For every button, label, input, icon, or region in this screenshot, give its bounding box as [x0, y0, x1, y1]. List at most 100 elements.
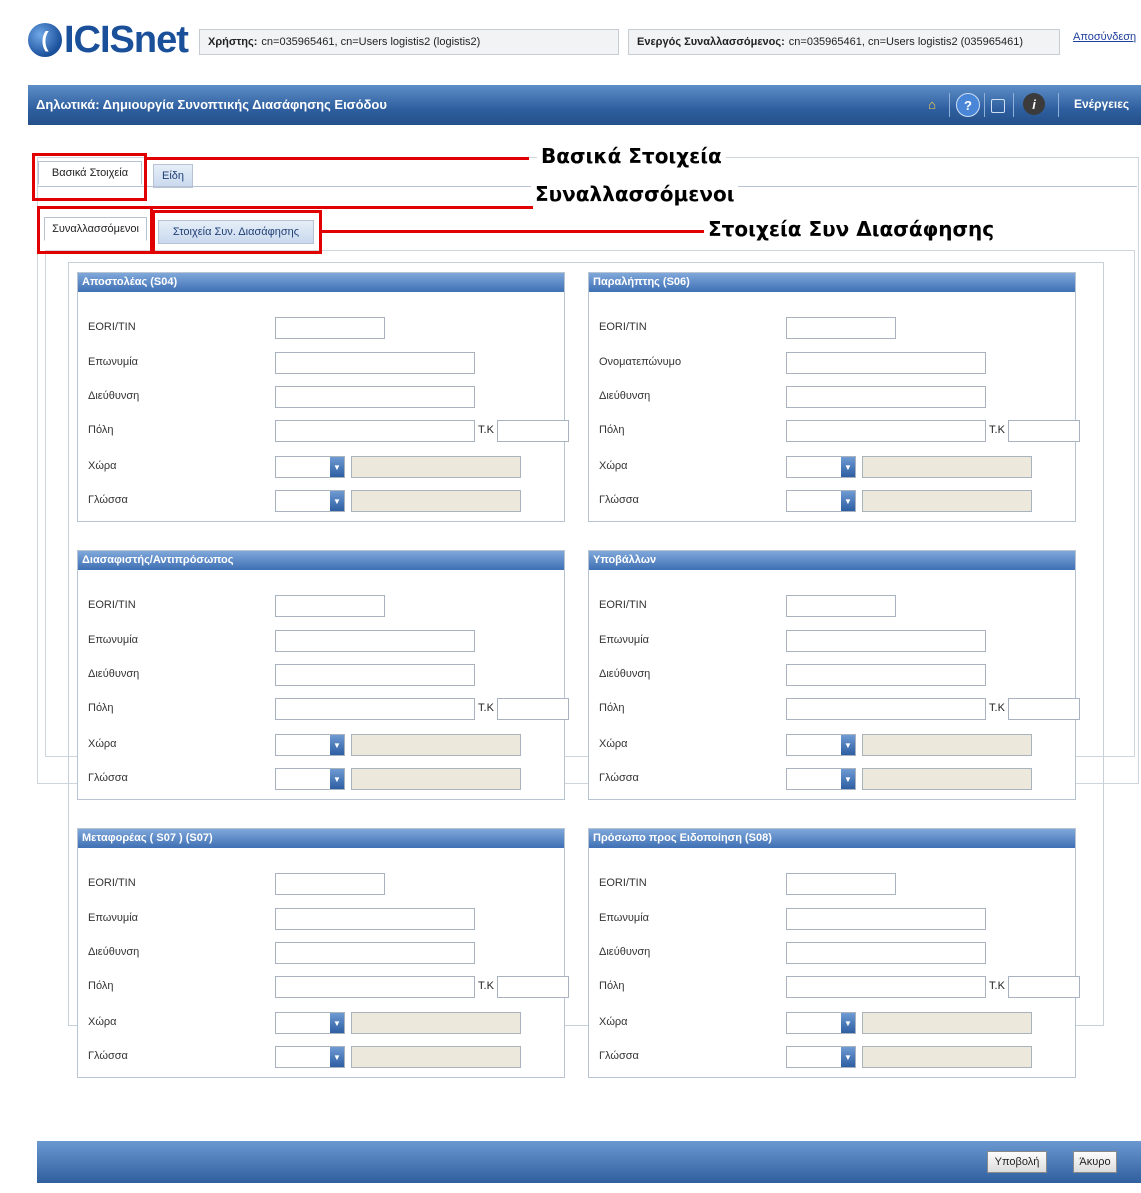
section-title: Πρόσωπο προς Ειδοποίηση (S08) — [589, 829, 1075, 848]
address-field[interactable] — [275, 942, 475, 964]
section-notify-party: Πρόσωπο προς Ειδοποίηση (S08) EORI/TIN Επω… — [588, 828, 1080, 1078]
window-icon[interactable] — [991, 99, 1005, 113]
country-select[interactable]: ▼ — [275, 1012, 345, 1034]
country-description — [862, 734, 1032, 756]
address-field[interactable] — [275, 386, 475, 408]
help-icon[interactable]: ? — [956, 93, 980, 117]
field-label: Διεύθυνση — [88, 946, 140, 958]
eori-field[interactable] — [786, 595, 896, 617]
address-field[interactable] — [275, 664, 475, 686]
chevron-down-icon[interactable]: ▼ — [841, 1047, 855, 1067]
name-field[interactable] — [786, 630, 986, 652]
field-label: EORI/TIN — [88, 877, 136, 889]
chevron-down-icon[interactable]: ▼ — [841, 735, 855, 755]
country-description — [351, 734, 521, 756]
chevron-down-icon[interactable]: ▼ — [841, 769, 855, 789]
language-select[interactable]: ▼ — [786, 768, 856, 790]
field-label: Πόλη — [599, 980, 625, 992]
postal-code-field[interactable] — [497, 698, 569, 720]
city-field[interactable] — [786, 976, 986, 998]
eori-field[interactable] — [786, 317, 896, 339]
city-field[interactable] — [275, 420, 475, 442]
postal-code-field[interactable] — [497, 420, 569, 442]
tab-items[interactable]: Είδη — [153, 164, 193, 188]
field-label: Γλώσσα — [88, 494, 128, 506]
field-label: Επωνυμία — [599, 912, 650, 924]
chevron-down-icon[interactable]: ▼ — [330, 735, 344, 755]
globe-icon: ( — [28, 23, 62, 57]
address-field[interactable] — [786, 942, 986, 964]
chevron-down-icon[interactable]: ▼ — [330, 457, 344, 477]
field-label: Επωνυμία — [88, 634, 139, 646]
chevron-down-icon[interactable]: ▼ — [841, 457, 855, 477]
postal-code-field[interactable] — [497, 976, 569, 998]
city-field[interactable] — [275, 698, 475, 720]
field-label: Διεύθυνση — [88, 668, 140, 680]
chevron-down-icon[interactable]: ▼ — [330, 769, 344, 789]
title-bar: Δηλωτικά: Δημιουργία Συνοπτικής Διασάφησ… — [28, 85, 1141, 125]
country-select[interactable]: ▼ — [786, 734, 856, 756]
name-field[interactable] — [275, 630, 475, 652]
country-select[interactable]: ▼ — [786, 456, 856, 478]
language-select[interactable]: ▼ — [275, 768, 345, 790]
postal-code-field[interactable] — [1008, 698, 1080, 720]
eori-field[interactable] — [275, 317, 385, 339]
address-field[interactable] — [786, 664, 986, 686]
toolbar-separator — [949, 93, 950, 117]
field-label: Χώρα — [599, 460, 628, 472]
actions-menu[interactable]: Ενέργειες — [1074, 97, 1129, 111]
section-title: Αποστολέας (S04) — [78, 273, 564, 292]
language-select[interactable]: ▼ — [786, 490, 856, 512]
country-select[interactable]: ▼ — [275, 734, 345, 756]
section-title: Μεταφορέας ( S07 ) (S07) — [78, 829, 564, 848]
active-trader-info: Ενεργός Συναλλασσόμενος: cn=035965461, c… — [628, 29, 1060, 55]
language-description — [351, 490, 521, 512]
country-select[interactable]: ▼ — [275, 456, 345, 478]
chevron-down-icon[interactable]: ▼ — [330, 491, 344, 511]
active-trader-value: cn=035965461, cn=Users logistis2 (035965… — [788, 36, 1023, 48]
name-field[interactable] — [786, 908, 986, 930]
field-label: Γλώσσα — [88, 772, 128, 784]
chevron-down-icon[interactable]: ▼ — [330, 1047, 344, 1067]
language-description — [862, 768, 1032, 790]
field-label: Χώρα — [88, 460, 117, 472]
chevron-down-icon[interactable]: ▼ — [841, 491, 855, 511]
country-select[interactable]: ▼ — [786, 1012, 856, 1034]
name-field[interactable] — [275, 352, 475, 374]
field-label: Γλώσσα — [599, 772, 639, 784]
name-field[interactable] — [786, 352, 986, 374]
logout-link[interactable]: Αποσύνδεση — [1073, 31, 1136, 43]
cancel-button[interactable]: Άκυρο — [1073, 1151, 1117, 1173]
field-label: Ονοματεπώνυμο — [599, 356, 682, 368]
submit-button[interactable]: Υποβολή — [987, 1151, 1047, 1173]
cancel-label: Άκυρο — [1079, 1156, 1111, 1168]
active-trader-label: Ενεργός Συναλλασσόμενος: — [637, 36, 785, 48]
language-description — [862, 490, 1032, 512]
language-select[interactable]: ▼ — [786, 1046, 856, 1068]
eori-field[interactable] — [275, 595, 385, 617]
annotation-label-basic: Βασικά Στοιχεία — [537, 144, 726, 168]
chevron-down-icon[interactable]: ▼ — [841, 1013, 855, 1033]
info-icon[interactable]: i — [1023, 93, 1045, 115]
city-field[interactable] — [786, 420, 986, 442]
section-sender: Αποστολέας (S04) EORI/TIN Επωνυμία Διεύθυνσ… — [77, 272, 569, 522]
postal-code-field[interactable] — [1008, 976, 1080, 998]
language-description — [862, 1046, 1032, 1068]
city-field[interactable] — [786, 698, 986, 720]
name-field[interactable] — [275, 908, 475, 930]
postal-code-field[interactable] — [1008, 420, 1080, 442]
home-icon[interactable]: ⌂ — [921, 93, 943, 115]
field-label: EORI/TIN — [88, 321, 136, 333]
language-select[interactable]: ▼ — [275, 490, 345, 512]
address-field[interactable] — [786, 386, 986, 408]
annotation-box-traders — [37, 206, 153, 254]
postal-code-label: Τ.Κ — [478, 702, 494, 714]
field-label: EORI/TIN — [599, 599, 647, 611]
language-select[interactable]: ▼ — [275, 1046, 345, 1068]
eori-field[interactable] — [786, 873, 896, 895]
field-label: Επωνυμία — [88, 356, 139, 368]
city-field[interactable] — [275, 976, 475, 998]
logo-text: ICISnet — [64, 18, 189, 61]
eori-field[interactable] — [275, 873, 385, 895]
chevron-down-icon[interactable]: ▼ — [330, 1013, 344, 1033]
